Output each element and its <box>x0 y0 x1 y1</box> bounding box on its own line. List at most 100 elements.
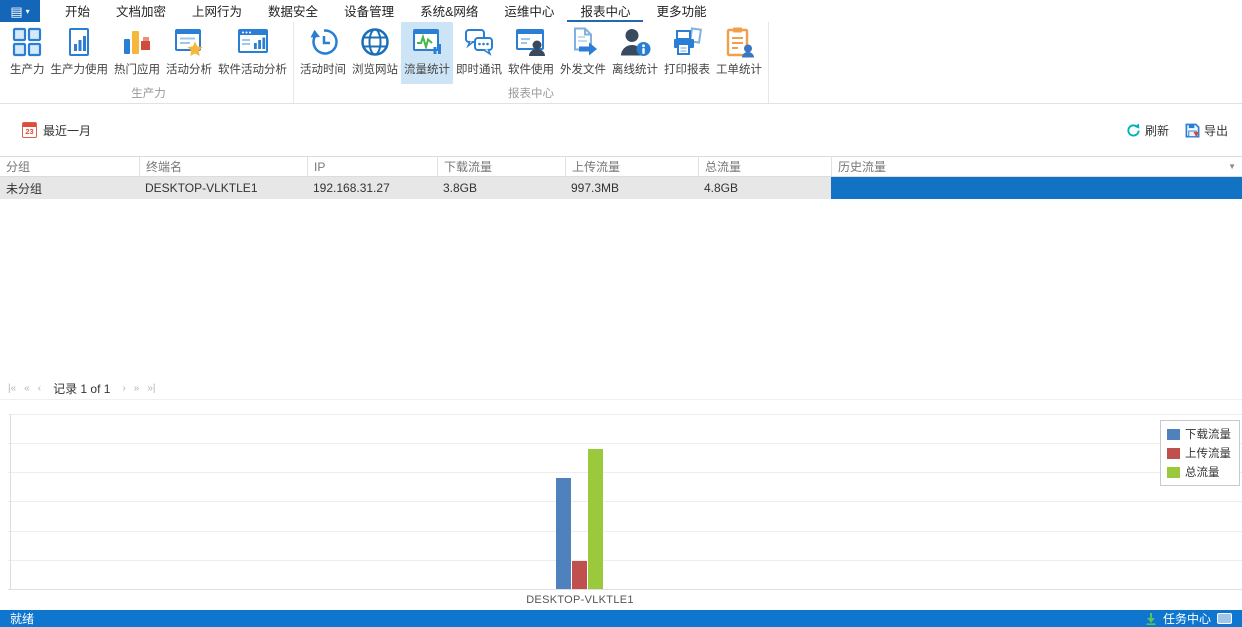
calendar-icon: 23 <box>22 122 37 138</box>
column-header-history[interactable]: 历史流量 <box>831 157 1242 176</box>
task-center-link[interactable]: 任务中心 <box>1163 610 1211 627</box>
first-page-icon[interactable]: |« <box>4 383 20 394</box>
table-empty-area <box>0 199 1242 378</box>
fast-forward-icon[interactable]: » <box>130 383 144 394</box>
cell-download: 3.8GB <box>443 181 478 195</box>
ribbon-button-label: 即时通讯 <box>456 64 502 76</box>
ribbon-button-label: 外发文件 <box>560 64 606 76</box>
ribbon-button-software-usage[interactable]: 软件使用 <box>505 22 557 84</box>
gridline <box>8 531 1242 532</box>
refresh-button[interactable]: 刷新 <box>1126 122 1169 139</box>
app-menu-button[interactable]: ▤ ▾ <box>0 0 40 22</box>
user-info-icon <box>621 29 651 56</box>
app-grid-icon <box>13 27 42 57</box>
ribbon-button-activity-time[interactable]: 活动时间 <box>297 22 349 84</box>
legend-item-upload: 上传流量 <box>1167 445 1231 461</box>
window-user-icon <box>516 29 545 56</box>
table-header: 分组 终端名 IP 下载流量 上传流量 总流量 历史流量 ▼ <box>0 156 1242 177</box>
status-ready-label: 就绪 <box>10 612 35 626</box>
column-header-download[interactable]: 下载流量 <box>437 157 565 176</box>
app-window: ▤ ▾ 开始 文档加密 上网行为 数据安全 设备管理 系统&网络 运维中心 报表中… <box>0 0 1242 627</box>
ribbon-button-print-report[interactable]: 打印报表 <box>661 22 713 84</box>
tab-doc-encryption[interactable]: 文档加密 <box>103 0 179 22</box>
cell-ip: 192.168.31.27 <box>313 181 390 195</box>
tab-device-management[interactable]: 设备管理 <box>331 0 407 22</box>
ribbon-button-label: 打印报表 <box>664 64 710 76</box>
monitor-icon[interactable] <box>1217 613 1232 624</box>
legend-item-total: 总流量 <box>1167 464 1231 480</box>
clipboard-user-icon <box>726 27 754 58</box>
next-page-icon[interactable]: › <box>118 383 129 394</box>
tab-web-behavior[interactable]: 上网行为 <box>179 0 255 22</box>
tab-report-center[interactable]: 报表中心 <box>567 0 644 22</box>
ribbon-button-productivity[interactable]: 生产力 <box>7 22 48 84</box>
ribbon-group-label: 生产力 <box>131 88 166 100</box>
ribbon-button-label: 软件使用 <box>508 64 554 76</box>
ribbon-button-software-activity-analysis[interactable]: 软件活动分析 <box>215 22 290 84</box>
ribbon: 生产力 生产力使用 热门应用 活动分析 软件活动分析 生产力 活动时间 浏览网站… <box>0 22 1242 104</box>
cell-group: 未分组 <box>6 181 43 196</box>
file-send-icon <box>574 27 597 56</box>
column-header-group[interactable]: 分组 <box>0 157 139 176</box>
ribbon-button-label: 浏览网站 <box>352 64 398 76</box>
refresh-label: 刷新 <box>1144 123 1169 138</box>
tab-start[interactable]: 开始 <box>52 0 103 22</box>
window-bars-icon <box>237 29 268 53</box>
gridline <box>8 560 1242 561</box>
ribbon-button-outgoing-files[interactable]: 外发文件 <box>557 22 609 84</box>
date-range-filter[interactable]: 23 最近一月 <box>22 122 91 139</box>
fast-backward-icon[interactable]: « <box>20 383 34 394</box>
ribbon-button-label: 热门应用 <box>114 64 160 76</box>
date-range-label: 最近一月 <box>43 123 92 138</box>
tab-more-features[interactable]: 更多功能 <box>643 0 719 22</box>
history-traffic-bar <box>831 177 1242 199</box>
bar-download <box>556 478 571 589</box>
column-header-terminal[interactable]: 终端名 <box>139 157 307 176</box>
bar-upload <box>572 561 587 589</box>
ribbon-button-traffic-stats[interactable]: 流量统计 <box>401 22 453 84</box>
hot-apps-bar-chart-icon <box>124 31 150 54</box>
legend-swatch-upload <box>1167 447 1180 459</box>
previous-page-icon[interactable]: ‹ <box>34 383 45 394</box>
legend-swatch-total <box>1167 466 1180 478</box>
ribbon-button-productivity-usage[interactable]: 生产力使用 <box>48 22 112 84</box>
column-header-total[interactable]: 总流量 <box>698 157 831 176</box>
chart-legend: 下载流量 上传流量 总流量 <box>1160 420 1240 486</box>
ribbon-button-workorder-stats[interactable]: 工单统计 <box>713 22 765 84</box>
ribbon-button-label: 流量统计 <box>404 64 450 76</box>
ribbon-button-instant-messaging[interactable]: 即时通讯 <box>453 22 505 84</box>
tab-data-security[interactable]: 数据安全 <box>255 0 331 22</box>
cell-total: 4.8GB <box>704 181 739 195</box>
ribbon-button-label: 生产力 <box>10 64 45 76</box>
ribbon-button-browse-websites[interactable]: 浏览网站 <box>349 22 401 84</box>
clock-history-icon <box>310 29 338 55</box>
last-page-icon[interactable]: »| <box>143 383 159 394</box>
chart-plot-top-border <box>8 414 1242 415</box>
globe-icon <box>361 28 389 56</box>
ribbon-button-label: 离线统计 <box>612 64 658 76</box>
ribbon-button-hot-apps[interactable]: 热门应用 <box>111 22 163 84</box>
download-arrow-icon <box>1146 613 1156 625</box>
traffic-stats-icon <box>413 29 441 54</box>
ribbon-group-label: 报表中心 <box>508 88 554 100</box>
export-button[interactable]: 导出 <box>1185 122 1228 139</box>
traffic-bar-chart: DESKTOP-VLKTLE1 下载流量 上传流量 总流量 <box>0 400 1242 610</box>
refresh-icon <box>1127 122 1140 136</box>
tab-ops-center[interactable]: 运维中心 <box>491 0 567 22</box>
x-axis-category-label: DESKTOP-VLKTLE1 <box>526 594 634 606</box>
tab-system-network[interactable]: 系统&网络 <box>407 0 491 22</box>
ribbon-button-label: 活动分析 <box>166 64 212 76</box>
table-row[interactable]: 未分组 DESKTOP-VLKTLE1 192.168.31.27 3.8GB … <box>0 177 1242 199</box>
ribbon-button-offline-stats[interactable]: 离线统计 <box>609 22 661 84</box>
column-header-upload[interactable]: 上传流量 <box>565 157 698 176</box>
ribbon-button-label: 工单统计 <box>716 64 762 76</box>
chevron-down-icon: ▾ <box>25 6 30 16</box>
legend-label: 下载流量 <box>1185 429 1231 441</box>
pagination-bar: |« « ‹ 记录 1 of 1 › » »| <box>0 378 1242 400</box>
ribbon-button-label: 生产力使用 <box>50 64 109 76</box>
ribbon-button-activity-analysis[interactable]: 活动分析 <box>163 22 215 84</box>
record-count-label: 记录 1 of 1 <box>53 382 111 396</box>
column-header-ip[interactable]: IP <box>307 157 437 176</box>
x-axis-line <box>8 589 1242 590</box>
column-chooser-dropdown-icon[interactable]: ▼ <box>1228 157 1236 176</box>
